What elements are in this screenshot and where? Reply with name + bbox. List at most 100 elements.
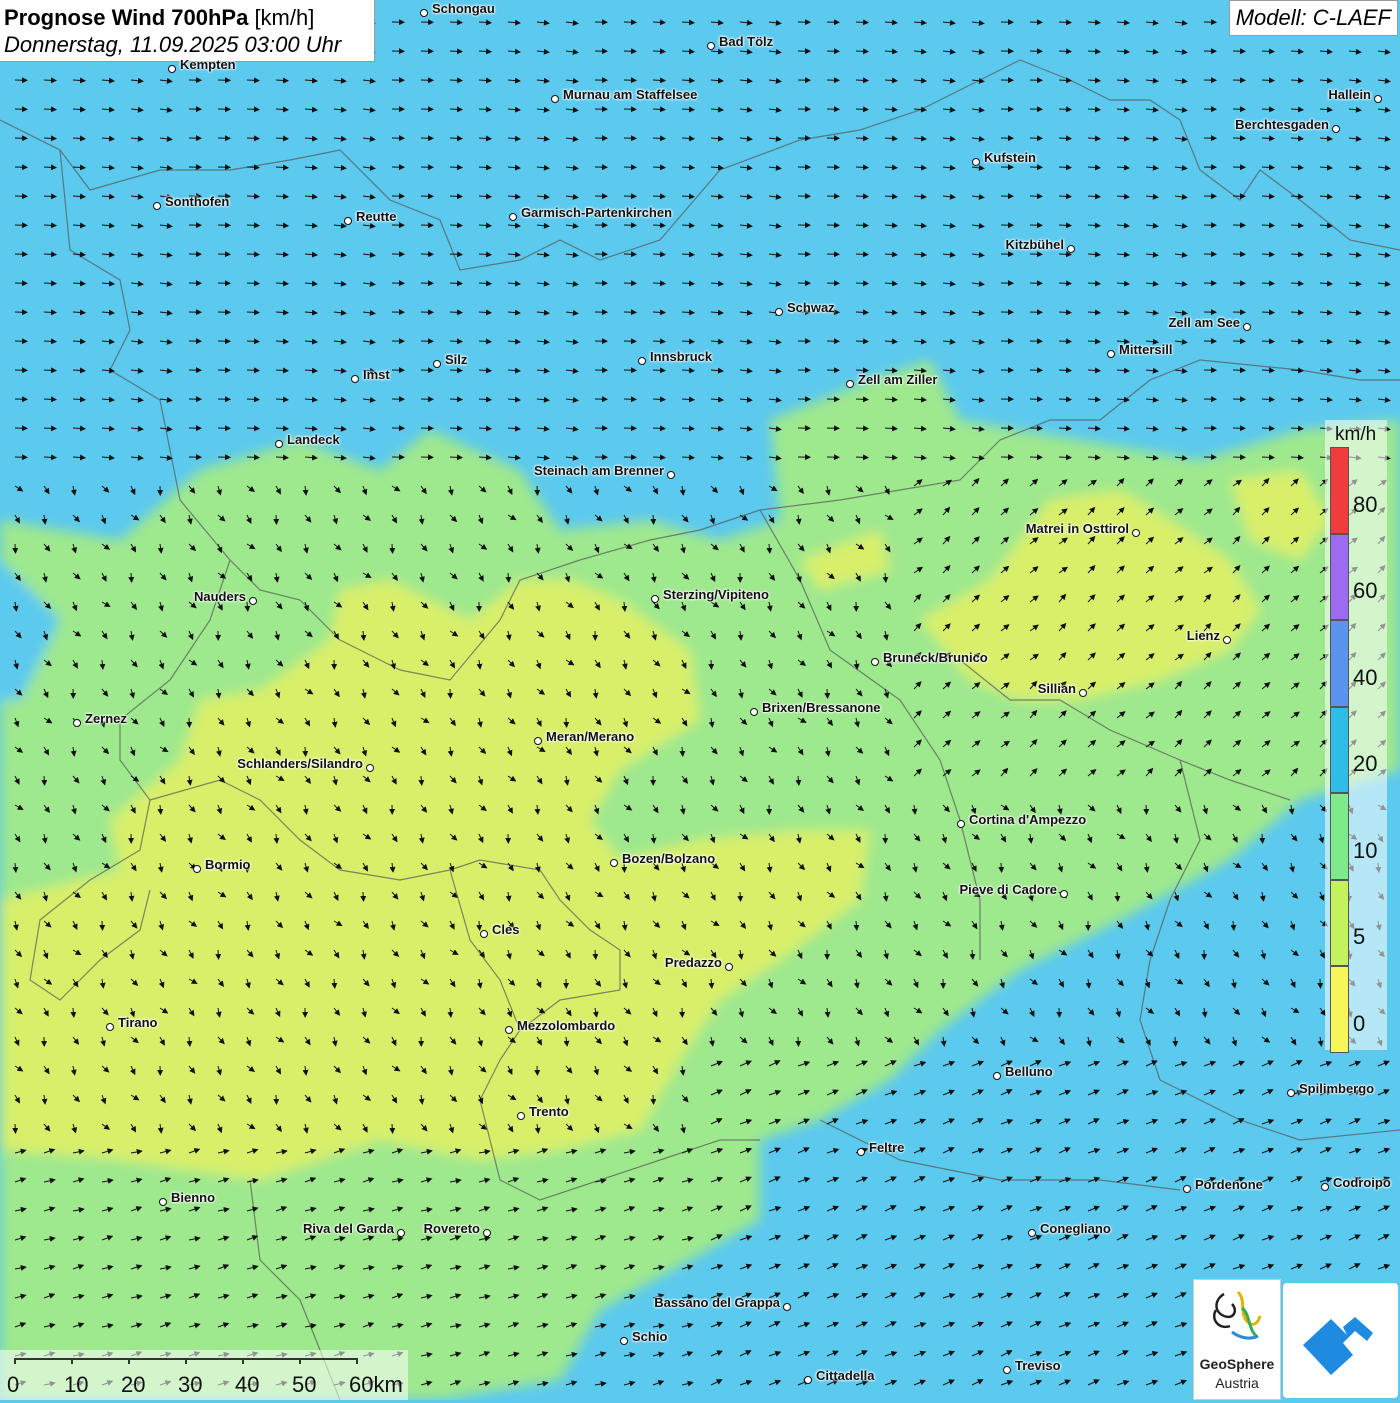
wind-arrow	[276, 515, 277, 524]
wind-arrow	[856, 109, 868, 110]
wind-arrow	[653, 138, 665, 139]
wind-arrow	[1262, 457, 1274, 458]
wind-arrow	[653, 457, 665, 458]
city-label: Predazzo	[665, 956, 722, 970]
wind-arrow	[44, 225, 56, 226]
city-label: Rovereto	[424, 1222, 480, 1236]
wind-arrow	[1059, 225, 1071, 226]
logo-line2: Austria	[1194, 1375, 1280, 1391]
wind-arrow	[450, 196, 462, 197]
wind-arrow	[363, 892, 364, 901]
scale-tick	[128, 1358, 130, 1364]
city-marker	[1028, 1229, 1036, 1237]
wind-arrow	[44, 254, 56, 255]
wind-arrow	[1059, 254, 1071, 255]
wind-arrow	[1001, 863, 1002, 872]
city-label: Mezzolombardo	[517, 1019, 615, 1033]
wind-arrow	[44, 341, 56, 342]
wind-arrow	[653, 51, 665, 52]
wind-arrow	[392, 1124, 393, 1133]
city-marker	[804, 1376, 812, 1384]
legend-tick-label: 40	[1353, 665, 1377, 691]
city-marker	[707, 42, 715, 50]
wind-arrow	[1262, 109, 1274, 110]
wind-arrow	[1146, 805, 1147, 814]
city-marker	[857, 1148, 865, 1156]
wind-arrow	[856, 22, 868, 23]
scale-bar: 0102030405060km	[0, 1350, 408, 1400]
scale-tick	[356, 1358, 358, 1364]
city-marker	[168, 65, 176, 73]
wind-arrow	[653, 225, 665, 226]
city-marker	[1060, 890, 1068, 898]
city-marker	[106, 1023, 114, 1031]
wind-arrow	[450, 51, 462, 52]
wind-arrow	[450, 254, 462, 255]
wind-arrow	[856, 457, 868, 458]
city-label: Brixen/Bressanone	[762, 701, 881, 715]
wind-arrow	[44, 370, 56, 371]
wind-arrow	[1059, 138, 1071, 139]
wind-arrow	[537, 486, 538, 495]
city-marker	[846, 380, 854, 388]
city-marker	[420, 9, 428, 17]
wind-arrow	[44, 109, 56, 110]
city-label: Reutte	[356, 210, 396, 224]
forecast-datetime: Donnerstag, 11.09.2025 03:00 Uhr	[4, 31, 374, 58]
city-label: Sterzing/Vipiteno	[663, 588, 769, 602]
city-marker	[517, 1112, 525, 1120]
wind-arrow	[856, 196, 868, 197]
wind-arrow	[479, 921, 480, 930]
wind-arrow	[856, 225, 868, 226]
wind-arrow	[1059, 109, 1071, 110]
wind-arrow	[247, 80, 259, 81]
city-marker	[651, 595, 659, 603]
legend: km/h 806040201050	[1325, 420, 1387, 1050]
wind-arrow	[856, 312, 868, 313]
wind-arrow	[247, 225, 259, 226]
wind-arrow	[1059, 341, 1071, 342]
wind-arrow	[247, 457, 259, 458]
wind-arrow	[1262, 80, 1274, 81]
wind-arrow	[276, 1095, 277, 1104]
map-title: Prognose Wind 700hPa [km/h]	[4, 4, 374, 31]
city-marker	[551, 95, 559, 103]
city-marker	[871, 658, 879, 666]
city-marker	[249, 597, 257, 605]
wind-arrow	[44, 776, 45, 785]
city-label: Murnau am Staffelsee	[563, 88, 697, 102]
scale-label: 0	[7, 1372, 19, 1398]
city-label: Pieve di Cadore	[959, 883, 1057, 897]
city-label: Sillian	[1038, 682, 1076, 696]
city-marker	[193, 865, 201, 873]
city-label: Tirano	[118, 1016, 158, 1030]
city-label: Hallein	[1328, 88, 1371, 102]
city-marker	[1079, 689, 1087, 697]
wind-arrow	[247, 312, 259, 313]
city-marker	[1374, 95, 1382, 103]
city-label: Zernez	[85, 712, 127, 726]
legend-tick-label: 60	[1353, 578, 1377, 604]
wind-arrow	[247, 341, 259, 342]
city-label: Pordenone	[1195, 1178, 1263, 1192]
city-label: Schwaz	[787, 301, 835, 315]
logo-line1: GeoSphere	[1194, 1356, 1280, 1372]
wind-arrow	[450, 399, 462, 400]
city-marker	[433, 360, 441, 368]
city-marker	[483, 1229, 491, 1237]
wind-arrow	[247, 370, 259, 371]
wind-arrow	[450, 167, 462, 168]
wind-arrow	[1262, 225, 1274, 226]
wind-arrow	[15, 544, 16, 553]
legend-unit: km/h	[1335, 424, 1376, 446]
city-label: Cles	[492, 923, 519, 937]
legend-color-segment	[1330, 793, 1349, 880]
city-marker	[344, 217, 352, 225]
city-marker	[1332, 125, 1340, 133]
wind-arrow	[1262, 312, 1274, 313]
city-label: Codroipo	[1333, 1176, 1391, 1190]
city-marker	[620, 1337, 628, 1345]
wind-arrow	[189, 718, 190, 727]
wind-arrow	[450, 80, 462, 81]
city-label: Cittadella	[816, 1369, 875, 1383]
